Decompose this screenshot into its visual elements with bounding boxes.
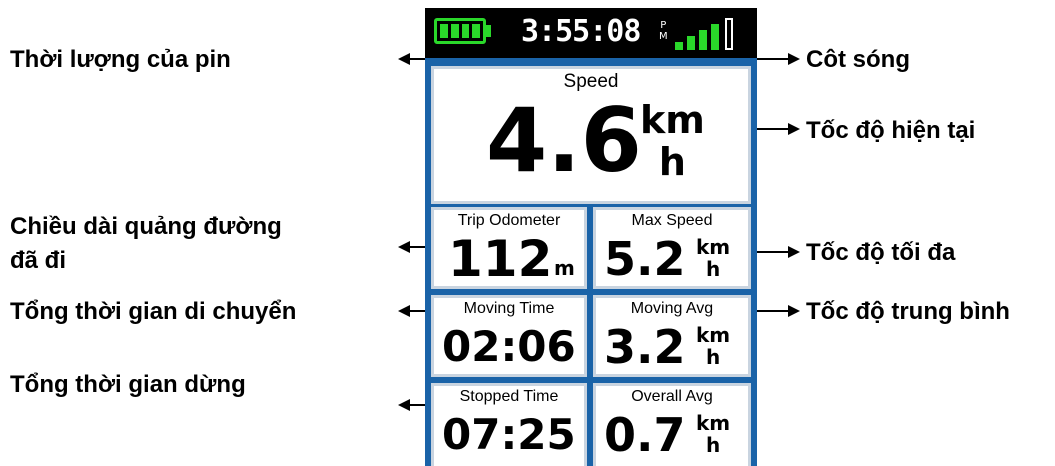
speed-field[interactable]: Speed 4.6 km h [431,66,751,204]
gps-device-screen: 3:55:08 P M Speed 4.6 km h Trip Odometer… [425,8,757,466]
max-speed-unit: km h [696,235,731,281]
trip-odometer-value: 112 [448,230,553,288]
clock-ampm: P M [659,20,668,42]
max-speed-label: Max Speed [631,212,713,229]
moving-avg-unit: km h [696,323,731,369]
moving-time-field[interactable]: Moving Time 02:06 [431,295,587,377]
trip-distance-annotation-line2: đã đi [10,247,67,274]
stopped-time-field[interactable]: Stopped Time 07:25 [431,383,587,466]
battery-annotation: Thời lượng của pin [10,46,231,73]
stopped-time-value: 07:25 [442,410,576,459]
overall-avg-field[interactable]: Overall Avg 0.7 km h [593,383,751,466]
speed-value: 4.6 [486,89,642,192]
stopped-time-label: Stopped Time [459,388,559,405]
speed-unit: km h [640,98,705,184]
trip-odometer-unit: m [554,256,575,280]
moving-time-value: 02:06 [442,322,576,371]
signal-strength-icon [675,18,745,50]
max-speed-field[interactable]: Max Speed 5.2 km h [593,207,751,289]
moving-avg-label: Moving Avg [630,300,714,317]
battery-terminal-icon [486,25,491,37]
trip-odometer-label: Trip Odometer [457,212,561,229]
current-speed-annotation: Tốc độ hiện tại [806,117,976,144]
moving-time-annotation: Tổng thời gian di chuyển [10,298,297,325]
moving-avg-field[interactable]: Moving Avg 3.2 km h [593,295,751,377]
overall-avg-label: Overall Avg [631,388,713,405]
moving-avg-value: 3.2 [604,320,686,374]
stopped-time-annotation: Tổng thời gian dừng [10,371,246,398]
battery-icon [434,18,486,44]
status-bar: 3:55:08 P M [425,8,757,58]
overall-avg-unit: km h [696,411,731,457]
moving-avg-annotation: Tốc độ trung bình [806,298,1010,325]
overall-avg-value: 0.7 [604,408,686,462]
max-speed-value: 5.2 [604,232,686,286]
max-speed-annotation: Tốc độ tối đa [806,239,956,266]
clock-time: 3:55:08 [521,14,641,49]
trip-odometer-field[interactable]: Trip Odometer 112 m [431,207,587,289]
moving-time-label: Moving Time [463,300,555,317]
trip-distance-annotation-line1: Chiều dài quảng đường [10,213,282,240]
signal-annotation: Côt sóng [806,46,910,73]
